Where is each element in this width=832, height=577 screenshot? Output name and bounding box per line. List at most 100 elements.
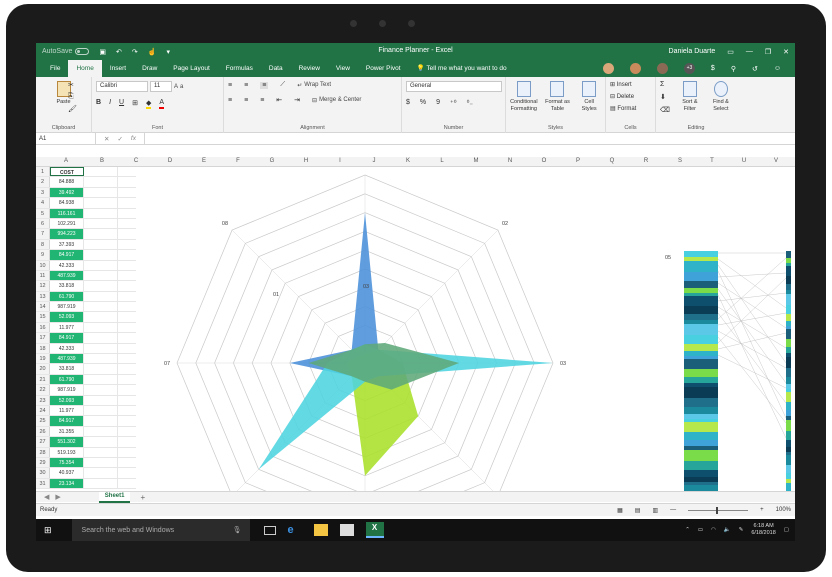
row-number[interactable]: 16 [36,322,50,333]
cell-b[interactable] [84,416,118,426]
share-icon[interactable]: ⚲ [731,65,736,73]
borders-icon[interactable]: ⊞ [132,99,138,109]
fill-color-icon[interactable]: ◆ [145,99,152,109]
scroll-left-icon[interactable]: ◀ [44,493,49,501]
row-number[interactable]: 23 [36,395,50,405]
cell-c[interactable] [118,219,136,228]
row-number[interactable]: 29 [36,457,50,468]
tab-formulas[interactable]: Formulas [218,60,261,77]
close-icon[interactable]: ✕ [783,48,789,56]
row-number[interactable]: 19 [36,354,50,364]
column-header-i[interactable]: I [332,158,348,164]
file-explorer-icon[interactable] [313,524,328,536]
cell-a[interactable]: 487.939 [50,270,84,281]
edge-icon[interactable]: e [288,524,302,536]
row-number[interactable]: 14 [36,302,50,312]
cell-b[interactable] [84,198,118,208]
align-center-icon[interactable]: ≡ [244,97,248,104]
cell-b[interactable] [84,333,118,343]
enter-icon[interactable]: ✓ [117,135,122,143]
tell-me-box[interactable]: 💡 Tell me what you want to do [409,60,515,77]
cell-a[interactable]: 52.093 [50,395,84,405]
row-number[interactable]: 6 [36,218,50,229]
cell-b[interactable] [84,395,118,405]
column-header-q[interactable]: Q [604,158,620,164]
column-header-a[interactable]: A [58,158,74,164]
cell-a[interactable]: 11.977 [50,405,84,416]
volume-icon[interactable]: 🔈 [724,527,731,533]
tab-home[interactable]: Home [68,60,102,77]
comma-format-button[interactable]: 9 [436,99,440,107]
sort-filter-button[interactable]: Sort & Filter [678,81,702,114]
cell-a[interactable]: 84.938 [50,198,84,208]
tab-insert[interactable]: Insert [102,60,134,77]
cell-a[interactable]: 519.193 [50,447,84,457]
cell-b[interactable] [84,374,118,385]
row-number[interactable]: 4 [36,198,50,208]
cell-a[interactable]: 33.818 [50,364,84,374]
cell-a[interactable]: 23.134 [50,478,84,489]
insert-cells-button[interactable]: ⊞ Insert [610,81,651,88]
cell-a[interactable]: 52.093 [50,312,84,322]
cut-icon[interactable]: ✂ [68,81,77,89]
format-painter-icon[interactable]: 🖌 [68,105,77,113]
tab-page-layout[interactable]: Page Layout [165,60,218,77]
page-layout-view-icon[interactable]: ▤ [635,507,641,514]
tray-up-icon[interactable]: ⌃ [685,527,690,533]
cell-b[interactable] [84,364,118,374]
cell-c[interactable] [118,364,136,373]
merge-center-button[interactable]: ⊟ Merge & Center [312,97,361,104]
cell-c[interactable] [118,479,136,488]
cell-a[interactable]: 37.393 [50,239,84,250]
column-header-m[interactable]: M [468,158,484,164]
row-number[interactable]: 15 [36,312,50,322]
column-header-l[interactable]: L [434,158,450,164]
column-header-u[interactable]: U [736,158,752,164]
wrap-text-button[interactable]: ↵ Wrap Text [297,82,331,89]
row-number[interactable]: 2 [36,177,50,187]
cell-b[interactable] [84,270,118,281]
cell-b[interactable] [84,260,118,270]
pen-icon[interactable]: ✎ [739,527,744,533]
avatar[interactable] [602,63,614,74]
battery-icon[interactable]: ▭ [698,527,703,533]
cell-a[interactable]: 994.223 [50,229,84,239]
cell-c[interactable] [118,354,136,363]
cell-b[interactable] [84,208,118,218]
add-sheet-button[interactable]: + [140,493,145,502]
cell-c[interactable] [118,177,136,186]
column-header-v[interactable]: V [768,158,784,164]
cell-a[interactable]: 487.939 [50,354,84,364]
cell-c[interactable] [118,323,136,332]
zoom-out-icon[interactable]: — [670,507,676,513]
row-number[interactable]: 5 [36,208,50,218]
avatar[interactable] [629,63,641,74]
cell-b[interactable] [84,426,118,437]
cell-c[interactable] [118,250,136,259]
cell-c[interactable] [118,240,136,249]
column-header-r[interactable]: R [638,158,654,164]
cell-c[interactable] [118,261,136,270]
cell-b[interactable] [84,405,118,416]
tab-data[interactable]: Data [261,60,291,77]
cell-b[interactable] [84,239,118,250]
cell-c[interactable] [118,385,136,394]
row-number[interactable]: 9 [36,250,50,260]
row-number[interactable]: 22 [36,385,50,395]
cell-b[interactable] [84,302,118,312]
cell-b[interactable] [84,218,118,229]
cell-c[interactable] [118,292,136,301]
row-number[interactable]: 3 [36,187,50,198]
cell-b[interactable] [84,322,118,333]
row-number[interactable]: 21 [36,374,50,385]
task-view-icon[interactable] [263,525,276,535]
cell-c[interactable] [118,167,136,176]
align-right-icon[interactable]: ≡ [260,97,264,104]
cell-a[interactable]: 42.333 [50,343,84,354]
underline-button[interactable]: U [119,99,124,109]
cell-b[interactable] [84,187,118,198]
store-icon[interactable] [339,524,354,536]
avatar[interactable] [656,63,668,74]
cell-b[interactable] [84,229,118,239]
cell-b[interactable] [84,447,118,457]
